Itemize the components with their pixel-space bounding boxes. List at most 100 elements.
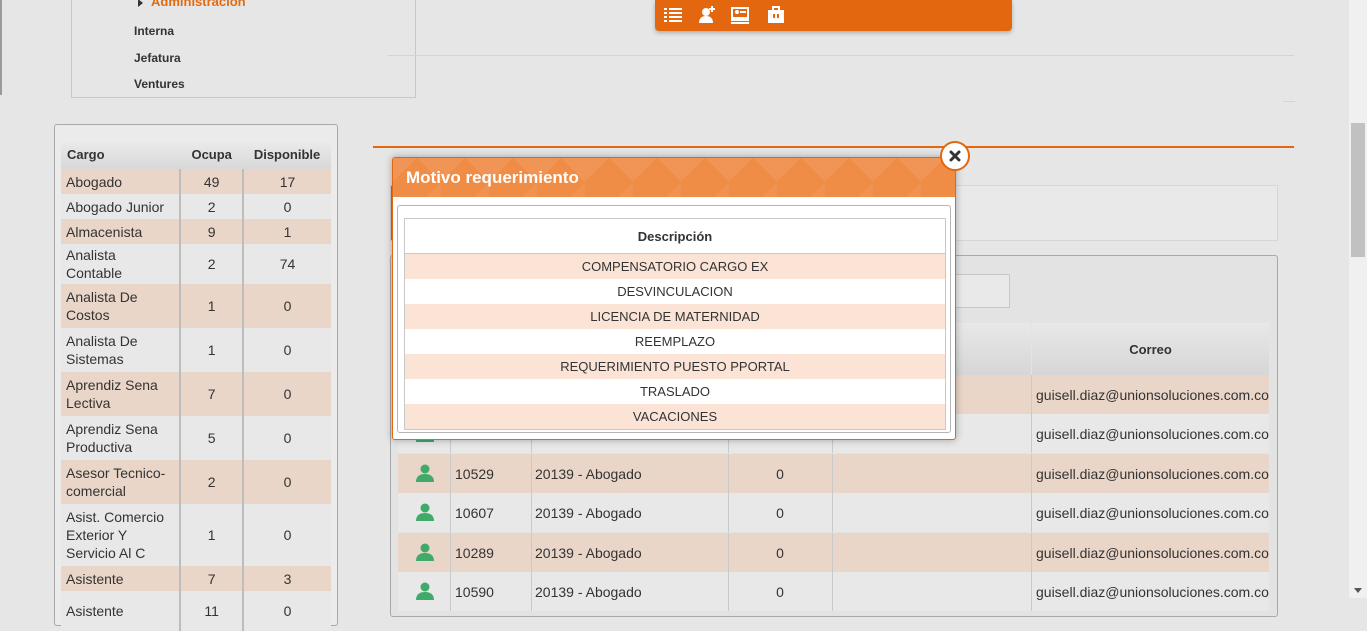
divider	[1283, 101, 1295, 102]
cargo-cell-cargo: Almacenista	[61, 219, 181, 244]
cargo-row[interactable]: Analista Contable 2 74	[61, 244, 331, 284]
column-header-cargo[interactable]: Cargo	[61, 139, 181, 169]
modal-header: Motivo requerimiento	[393, 158, 955, 197]
description-row[interactable]: LICENCIA DE MATERNIDAD	[404, 304, 946, 329]
description-option[interactable]: VACACIONES	[404, 404, 946, 430]
tree-item-ventures[interactable]: Ventures	[134, 77, 185, 91]
vertical-scrollbar[interactable]	[1349, 0, 1367, 598]
description-option[interactable]: DESVINCULACION	[404, 279, 946, 304]
cargo-cell-disponible: 0	[242, 284, 331, 328]
action-toolbar	[655, 0, 1012, 31]
tree-item-administracion[interactable]: Administracion	[138, 0, 246, 9]
description-option[interactable]: REEMPLAZO	[404, 329, 946, 354]
row-cargo: 20139 - Abogado	[535, 544, 642, 561]
row-id: 10607	[455, 504, 494, 521]
cargo-row[interactable]: Aprendiz Sena Lectiva 7 0	[61, 372, 331, 416]
motivo-modal: Motivo requerimiento Descripción COMPENS…	[392, 157, 956, 440]
cargo-cell-disponible: 0	[242, 504, 331, 566]
description-option[interactable]: TRASLADO	[404, 379, 946, 404]
row-correo: guisell.diaz@unionsoluciones.com.co	[1036, 504, 1269, 521]
cargo-cell-cargo: Asistente	[61, 591, 181, 631]
table-row[interactable]: 10590 20139 - Abogado 0 guisell.diaz@unions…	[398, 572, 1269, 611]
cargo-row[interactable]: Abogado 49 17	[61, 169, 331, 194]
table-row[interactable]: 10289 20139 - Abogado 0 guisell.diaz@unions…	[398, 533, 1269, 572]
briefcase-icon[interactable]	[766, 5, 786, 25]
cargo-row[interactable]: Analista De Sistemas 1 0	[61, 328, 331, 372]
scrollbar-thumb[interactable]	[1351, 123, 1365, 257]
row-id: 10529	[455, 465, 494, 482]
column-header-correo[interactable]: Correo	[1032, 323, 1269, 375]
divider	[388, 55, 1294, 56]
column-header-ocupa[interactable]: Ocupa	[180, 139, 244, 169]
modal-body: Descripción COMPENSATORIO CARGO EX DESVIN…	[397, 205, 951, 433]
window-edge	[0, 0, 2, 95]
tree-item-interna[interactable]: Interna	[134, 24, 174, 38]
cargo-cell-ocupa: 2	[179, 194, 244, 219]
description-option[interactable]: REQUERIMIENTO PUESTO PPORTAL	[404, 354, 946, 379]
cargo-cell-cargo: Abogado	[61, 169, 181, 194]
column-header-descripcion[interactable]: Descripción	[404, 218, 946, 254]
row-cargo: 20139 - Abogado	[535, 465, 642, 482]
row-valor: 0	[776, 544, 784, 561]
cargo-cell-disponible: 3	[242, 566, 331, 591]
cargo-cell-ocupa: 1	[179, 284, 244, 328]
column-header-disponible[interactable]: Disponible	[243, 139, 331, 169]
cargo-cell-cargo: Analista Contable	[61, 244, 181, 284]
cargo-cell-disponible: 0	[242, 372, 331, 416]
row-cargo: 20139 - Abogado	[535, 504, 642, 521]
cargo-cell-cargo: Asist. Comercio Exterior Y Servicio Al C	[61, 504, 181, 566]
person-icon[interactable]	[415, 503, 435, 521]
scroll-down-icon[interactable]	[1354, 588, 1362, 593]
row-correo: guisell.diaz@unionsoluciones.com.co	[1036, 465, 1269, 482]
table-row[interactable]: 10607 20139 - Abogado 0 guisell.diaz@unions…	[398, 493, 1269, 532]
cargo-cell-ocupa: 7	[179, 566, 244, 591]
description-table: Descripción COMPENSATORIO CARGO EX DESVIN…	[404, 218, 946, 430]
row-cargo: 20139 - Abogado	[535, 583, 642, 600]
cargo-cell-cargo: Asesor Tecnico-comercial	[61, 460, 181, 504]
description-row[interactable]: DESVINCULACION	[404, 279, 946, 304]
caret-right-icon	[138, 0, 143, 7]
description-option[interactable]: LICENCIA DE MATERNIDAD	[404, 304, 946, 329]
cargo-cell-ocupa: 1	[179, 504, 244, 566]
cargo-cell-ocupa: 11	[179, 591, 244, 631]
cargo-row[interactable]: Asistente 11 0	[61, 591, 331, 631]
cargo-cell-disponible: 74	[242, 244, 331, 284]
description-row[interactable]: REQUERIMIENTO PUESTO PPORTAL	[404, 354, 946, 379]
description-row[interactable]: TRASLADO	[404, 379, 946, 404]
user-add-icon[interactable]	[697, 5, 717, 25]
cargo-cell-disponible: 0	[242, 328, 331, 372]
search-input[interactable]	[955, 274, 1010, 308]
id-card-icon[interactable]	[730, 5, 750, 25]
cargo-row[interactable]: Asist. Comercio Exterior Y Servicio Al C…	[61, 504, 331, 566]
cargo-cell-disponible: 0	[242, 591, 331, 631]
cargo-row[interactable]: Asistente 7 3	[61, 566, 331, 591]
cargo-cell-ocupa: 7	[179, 372, 244, 416]
cargo-row[interactable]: Abogado Junior 2 0	[61, 194, 331, 219]
cargo-row[interactable]: Analista De Costos 1 0	[61, 284, 331, 328]
close-icon	[949, 150, 961, 162]
description-option[interactable]: COMPENSATORIO CARGO EX	[404, 253, 946, 279]
section-divider	[373, 146, 1294, 148]
list-icon[interactable]	[663, 5, 683, 25]
person-icon[interactable]	[415, 464, 435, 482]
cargo-row[interactable]: Asesor Tecnico-comercial 2 0	[61, 460, 331, 504]
close-button[interactable]	[940, 141, 970, 171]
row-id: 10289	[455, 544, 494, 561]
table-header-cell	[955, 323, 1031, 375]
table-row[interactable]: 10529 20139 - Abogado 0 guisell.diaz@unions…	[398, 454, 1269, 493]
modal-title: Motivo requerimiento	[406, 168, 579, 187]
cargo-row[interactable]: Almacenista 9 1	[61, 219, 331, 244]
person-icon[interactable]	[415, 582, 435, 600]
row-correo: guisell.diaz@unionsoluciones.com.co	[1036, 583, 1269, 600]
person-icon[interactable]	[415, 543, 435, 561]
description-row[interactable]: VACACIONES	[404, 404, 946, 430]
cargo-cell-cargo: Abogado Junior	[61, 194, 181, 219]
cargo-cell-cargo: Aprendiz Sena Lectiva	[61, 372, 181, 416]
cargo-cell-cargo: Analista De Sistemas	[61, 328, 181, 372]
cargo-cell-disponible: 1	[242, 219, 331, 244]
tree-item-jefatura[interactable]: Jefatura	[134, 51, 181, 65]
description-row[interactable]: COMPENSATORIO CARGO EX	[404, 253, 946, 279]
cargo-row[interactable]: Aprendiz Sena Productiva 5 0	[61, 416, 331, 460]
description-row[interactable]: REEMPLAZO	[404, 329, 946, 354]
cargo-cell-disponible: 17	[242, 169, 331, 194]
